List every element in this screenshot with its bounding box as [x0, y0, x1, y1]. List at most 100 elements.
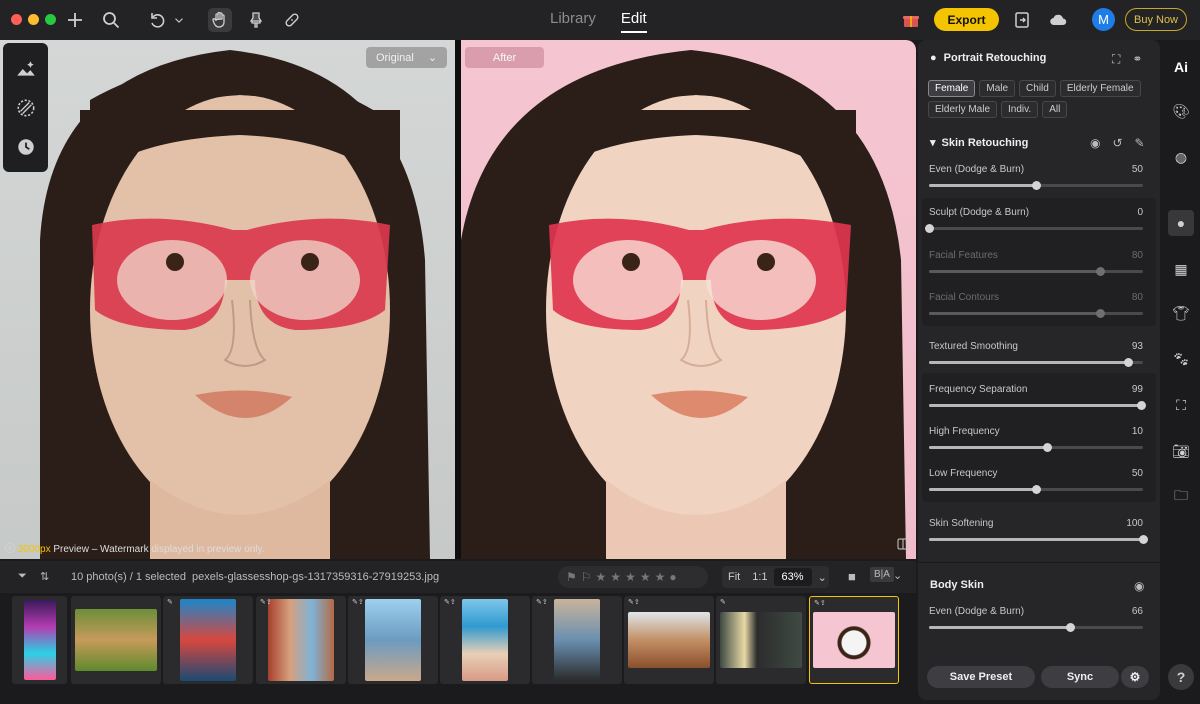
maximize-window-button[interactable] [45, 14, 56, 25]
stamp-tool-icon[interactable] [244, 8, 268, 32]
texture-pattern-icon[interactable] [15, 97, 37, 119]
brush-icon[interactable]: ✎ [1135, 136, 1145, 150]
thumbnail[interactable]: ✎ [163, 596, 253, 684]
sort-icon[interactable]: ⇅ [40, 570, 49, 583]
chip-all[interactable]: All [1042, 101, 1068, 118]
zoom-1to1-button[interactable]: 1:1 [746, 571, 773, 583]
photo-canvas[interactable]: Original ⌄ ⓘ 3000px Preview – Watermark … [0, 40, 916, 559]
even-dodge-burn-slider[interactable]: Even (Dodge & Burn) 50 [929, 164, 1143, 190]
thumbnail[interactable]: ✎⇪ [348, 596, 438, 684]
slider-track[interactable] [929, 181, 1143, 190]
thumbnail[interactable] [71, 596, 161, 684]
search-icon[interactable] [99, 8, 123, 32]
reset-icon[interactable]: ↺ [1112, 136, 1122, 150]
tab-edit[interactable]: Edit [620, 10, 647, 33]
export-panel-icon[interactable] [1010, 8, 1034, 32]
star-icon[interactable]: ★ [610, 570, 621, 584]
high-frequency-slider[interactable]: High Frequency 10 [929, 426, 1143, 452]
undo-icon[interactable] [146, 8, 170, 32]
export-button[interactable]: Export [934, 8, 999, 31]
slider-handle[interactable] [1066, 623, 1076, 632]
background-grid-icon[interactable]: ▦ [1170, 258, 1192, 280]
help-icon[interactable]: ? [1168, 664, 1194, 690]
skin-retouching-header[interactable]: ▾ Skin Retouching [930, 136, 1028, 150]
slider-handle[interactable] [925, 224, 934, 233]
thumbnail[interactable]: ✎ [716, 596, 806, 684]
facial-features-slider[interactable]: Facial Features 80 [929, 250, 1143, 276]
slider-track[interactable] [925, 224, 1143, 233]
star-icon[interactable]: ★ [625, 570, 636, 584]
slider-handle[interactable] [1042, 443, 1052, 452]
zoom-fit-button[interactable]: Fit [722, 571, 746, 583]
sculpt-dodge-burn-slider[interactable]: Sculpt (Dodge & Burn) 0 [925, 207, 1143, 233]
low-frequency-slider[interactable]: Low Frequency 50 [929, 468, 1143, 494]
skin-softening-slider[interactable]: Skin Softening 100 [929, 518, 1148, 544]
hand-tool-icon[interactable] [208, 8, 232, 32]
sync-settings-icon[interactable]: ⚙ [1121, 666, 1149, 688]
healing-bandage-icon[interactable] [280, 8, 304, 32]
face-detect-icon[interactable]: ⛶ [1112, 52, 1120, 67]
frequency-separation-slider[interactable]: Frequency Separation 99 [929, 384, 1146, 410]
sync-button[interactable]: Sync [1041, 666, 1119, 688]
star-icon[interactable]: ★ [596, 570, 607, 584]
add-icon[interactable] [63, 8, 87, 32]
portrait-face-icon[interactable]: ● [1168, 210, 1194, 236]
link-icon[interactable]: ⚭ [1132, 52, 1142, 67]
folder-view-icon[interactable]: 🗀 [1170, 486, 1192, 508]
visibility-eye-icon[interactable]: ◉ [1134, 579, 1144, 593]
slider-handle[interactable] [1124, 358, 1134, 367]
body-skin-header[interactable]: Body Skin [930, 579, 984, 591]
slider-track[interactable] [929, 535, 1148, 544]
slider-handle[interactable] [1032, 485, 1041, 494]
chip-male[interactable]: Male [979, 80, 1016, 97]
ai-icon[interactable]: Ai [1170, 56, 1192, 78]
crop-icon[interactable]: ⛶ [1170, 394, 1192, 416]
chip-elderly-male[interactable]: Elderly Male [928, 101, 998, 118]
star-icon[interactable]: ★ [655, 570, 666, 584]
close-window-button[interactable] [11, 14, 22, 25]
tab-library[interactable]: Library [550, 10, 596, 33]
history-clock-icon[interactable] [15, 136, 37, 158]
save-preset-button[interactable]: Save Preset [927, 666, 1035, 688]
facial-contours-slider[interactable]: Facial Contours 80 [929, 292, 1143, 318]
slider-track[interactable] [929, 401, 1146, 410]
single-view-icon[interactable]: ■ [848, 569, 856, 584]
landscape-enhance-icon[interactable] [15, 58, 37, 80]
slider-track[interactable] [929, 623, 1143, 632]
slider-handle[interactable] [1032, 181, 1041, 190]
thumbnail[interactable]: ✎⇪ [440, 596, 530, 684]
split-view-icon[interactable] [897, 538, 909, 550]
zoom-percent-select[interactable]: 63% [773, 568, 812, 586]
reject-flag-icon[interactable]: ⚐ [581, 570, 592, 584]
avatar[interactable]: M [1092, 8, 1115, 31]
body-even-dodge-burn-slider[interactable]: Even (Dodge & Burn) 66 [929, 606, 1143, 632]
thumbnail-selected[interactable]: ✎⇪ [809, 596, 899, 684]
slider-track[interactable] [929, 267, 1143, 276]
paw-icon[interactable]: 🐾︎ [1170, 348, 1192, 370]
buy-now-button[interactable]: Buy Now [1125, 8, 1187, 31]
slider-track[interactable] [929, 485, 1143, 494]
minimize-window-button[interactable] [28, 14, 39, 25]
before-after-view-icon[interactable]: B|A [870, 567, 894, 582]
color-label-icon[interactable]: ● [669, 570, 676, 584]
slider-track[interactable] [929, 358, 1143, 367]
slider-handle[interactable] [1139, 535, 1148, 544]
flag-icon[interactable]: ⚑ [566, 570, 577, 584]
thumbnail[interactable]: ✎⇪ [256, 596, 346, 684]
texture-icon[interactable]: ◍ [1170, 146, 1192, 168]
camera-icon[interactable]: 📷︎ [1170, 440, 1192, 462]
textured-smoothing-slider[interactable]: Textured Smoothing 93 [929, 341, 1143, 367]
slider-handle[interactable] [1136, 401, 1146, 410]
slider-track[interactable] [929, 443, 1143, 452]
thumbnail[interactable] [12, 596, 67, 684]
original-view-dropdown[interactable]: Original ⌄ [366, 47, 447, 68]
thumbnail[interactable]: ✎⇪ [624, 596, 714, 684]
slider-track[interactable] [929, 309, 1143, 318]
filter-icon[interactable]: ⏷ [18, 570, 27, 583]
chip-individual[interactable]: Indiv. [1001, 101, 1039, 118]
thumbnail[interactable]: ✎⇪ [532, 596, 622, 684]
star-icon[interactable]: ★ [640, 570, 651, 584]
palette-icon[interactable]: 🎨︎ [1170, 100, 1192, 122]
chevron-down-icon[interactable] [172, 8, 186, 32]
tshirt-icon[interactable]: 👕︎ [1170, 302, 1192, 324]
